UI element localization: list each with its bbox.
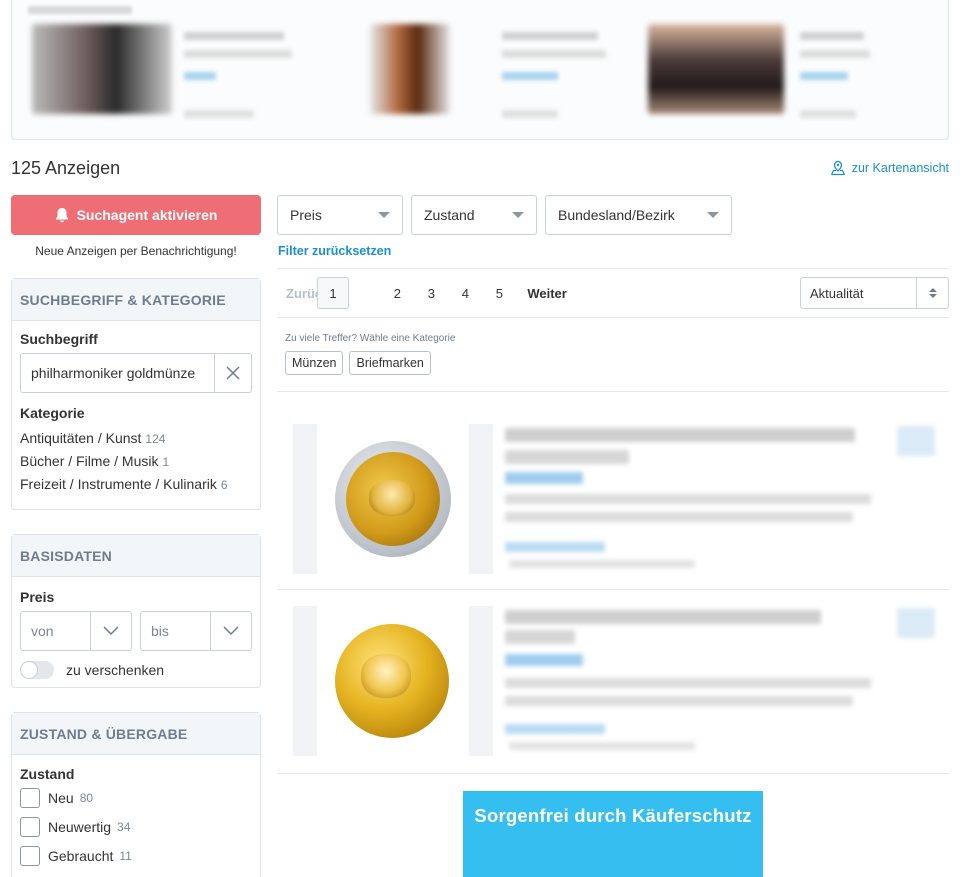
giveaway-toggle[interactable]	[20, 661, 54, 679]
pagination-page[interactable]: 5	[483, 277, 515, 309]
reset-filters-link[interactable]: Filter zurücksetzen	[278, 244, 391, 258]
condition-option[interactable]: Neu 80	[20, 788, 252, 808]
pagination-page[interactable]: 4	[449, 277, 481, 309]
close-icon	[226, 366, 240, 380]
featured-ad-image	[370, 24, 450, 114]
search-agent-note: Neue Anzeigen per Benachrichtigung!	[35, 244, 237, 258]
listing-item[interactable]	[277, 424, 949, 589]
condition-filter[interactable]: Zustand	[411, 195, 537, 235]
condition-name: Gebraucht	[48, 848, 114, 864]
category-name: Freizeit / Instrumente / Kulinarik	[20, 476, 217, 492]
category-tag[interactable]: Münzen	[285, 351, 344, 375]
condition-checkbox[interactable]	[20, 817, 40, 837]
map-view-label: zur Kartenansicht	[851, 161, 949, 175]
buyer-protection-banner[interactable]: Sorgenfrei durch Käuferschutz	[463, 791, 763, 877]
category-item[interactable]: Freizeit / Instrumente / Kulinarik 6	[20, 476, 252, 492]
basis-data-panel: BASISDATEN Preis von bis zu verschenken	[11, 534, 261, 688]
pagination-page[interactable]: 3	[415, 277, 447, 309]
category-tags: Münzen Briefmarken	[285, 351, 431, 375]
featured-ads-strip	[11, 0, 949, 140]
chevron-down-icon	[223, 626, 239, 636]
condition-checkbox[interactable]	[20, 788, 40, 808]
giveaway-label: zu verschenken	[66, 662, 165, 678]
price-from-select[interactable]: von	[20, 611, 132, 651]
category-hint: Zu viele Treffer? Wähle eine Kategorie	[285, 333, 456, 344]
listing-item[interactable]	[277, 606, 949, 771]
category-count: 6	[220, 478, 228, 492]
condition-panel: ZUSTAND & ÜBERGABE Zustand Neu 80 Neuwert…	[11, 712, 261, 877]
condition-name: Neu	[48, 790, 74, 806]
category-item[interactable]: Antiquitäten / Kunst 124	[20, 430, 252, 446]
condition-option[interactable]: Neuwertig 34	[20, 817, 252, 837]
category-label: Kategorie	[20, 405, 85, 421]
panel-title: BASISDATEN	[12, 535, 260, 577]
category-count: 1	[162, 455, 170, 469]
region-filter[interactable]: Bundesland/Bezirk	[545, 195, 732, 235]
category-count: 124	[145, 432, 166, 446]
price-filter[interactable]: Preis	[277, 195, 403, 235]
condition-label: Zustand	[20, 766, 75, 782]
condition-count: 34	[117, 820, 131, 834]
chevron-down-icon	[707, 212, 719, 218]
featured-ad-image	[648, 24, 784, 114]
featured-ad-image	[32, 24, 172, 114]
search-agent-label: Suchagent aktivieren	[76, 207, 218, 223]
chevron-down-icon	[378, 212, 390, 218]
price-to-select[interactable]: bis	[140, 611, 252, 651]
clear-search-button[interactable]	[214, 353, 252, 393]
category-item[interactable]: Bücher / Filme / Musik 1	[20, 453, 252, 469]
category-tag[interactable]: Briefmarken	[349, 351, 431, 375]
condition-checkbox[interactable]	[20, 846, 40, 866]
sort-arrows-icon	[916, 278, 948, 308]
pagination-next[interactable]: Weiter	[527, 286, 567, 301]
search-category-panel: SUCHBEGRIFF & KATEGORIE Suchbegriff Kate…	[11, 278, 261, 510]
condition-option[interactable]: Gebraucht 11	[20, 846, 252, 866]
bell-icon	[55, 208, 68, 223]
condition-count: 11	[119, 849, 132, 863]
price-to-placeholder: bis	[151, 623, 169, 639]
results-count: 125 Anzeigen	[11, 158, 121, 178]
condition-name: Neuwertig	[48, 819, 112, 835]
map-pin-icon	[830, 160, 845, 176]
category-name: Bücher / Filme / Musik	[20, 453, 159, 469]
category-name: Antiquitäten / Kunst	[20, 430, 142, 446]
condition-filter-label: Zustand	[424, 207, 475, 223]
pagination: Zurück 1 2 3 4 5 Weiter	[277, 277, 567, 309]
search-label: Suchbegriff	[20, 331, 98, 347]
sort-value: Aktualität	[810, 285, 864, 301]
region-filter-label: Bundesland/Bezirk	[558, 207, 675, 223]
panel-title: SUCHBEGRIFF & KATEGORIE	[12, 279, 260, 321]
price-filter-label: Preis	[290, 207, 322, 223]
pagination-page[interactable]: 1	[317, 277, 349, 309]
price-label: Preis	[20, 589, 55, 605]
pagination-page[interactable]: 2	[381, 277, 413, 309]
sort-select[interactable]: Aktualität	[800, 277, 949, 309]
map-view-link[interactable]: zur Kartenansicht	[830, 160, 949, 176]
price-from-placeholder: von	[31, 623, 54, 639]
search-input[interactable]	[20, 353, 214, 393]
listing-image	[317, 424, 469, 574]
search-agent-button[interactable]: Suchagent aktivieren	[11, 195, 261, 235]
panel-title: ZUSTAND & ÜBERGABE	[12, 713, 260, 755]
chevron-down-icon	[103, 626, 119, 636]
listing-image	[317, 606, 469, 756]
chevron-down-icon	[512, 212, 524, 218]
condition-count: 80	[79, 791, 94, 805]
